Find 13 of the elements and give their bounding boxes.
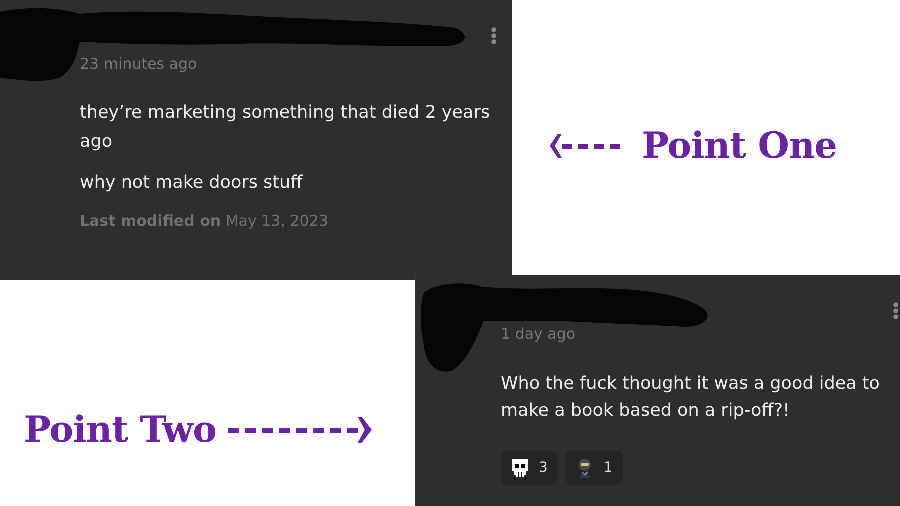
more-options-icon[interactable] xyxy=(491,27,497,45)
comment-text: why not make doors stuff xyxy=(80,172,304,195)
skull-icon xyxy=(509,457,531,479)
last-modified-text: Last modified on May 13, 2023 xyxy=(80,212,330,230)
comment-timestamp: 1 day ago xyxy=(501,325,577,345)
reaction-button[interactable]: 3 xyxy=(501,451,558,485)
comment-text: Who the fuck thought it was a good idea to make a book based on a rip-off?! xyxy=(501,373,881,423)
comment-text: they’re marketing something that died 2 years ago xyxy=(80,102,492,154)
comment-timestamp: 23 minutes ago xyxy=(80,55,198,75)
annotation-label: Point Two xyxy=(24,408,216,450)
annotation-label: Point One xyxy=(642,125,838,167)
reaction-button[interactable]: 1 xyxy=(566,451,623,485)
more-options-icon[interactable] xyxy=(893,302,899,320)
